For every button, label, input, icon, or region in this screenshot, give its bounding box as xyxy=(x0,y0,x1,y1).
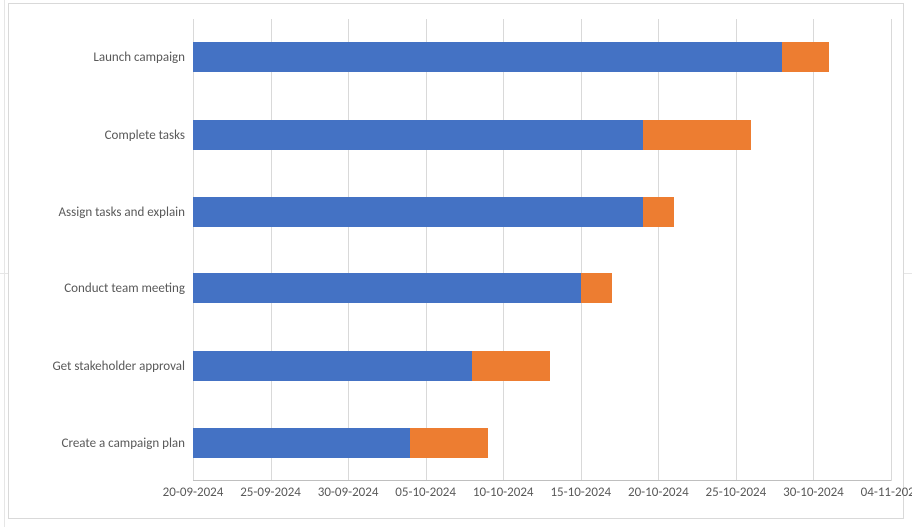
y-axis-category-label: Create a campaign plan xyxy=(9,437,185,450)
x-axis-tick-label: 10-10-2024 xyxy=(473,486,534,500)
gridline-vertical xyxy=(581,19,582,481)
x-axis-tick-label: 15-10-2024 xyxy=(550,486,611,500)
gridline-vertical xyxy=(658,19,659,481)
bar-row xyxy=(193,42,891,72)
x-axis-tick-label: 20-10-2024 xyxy=(628,486,689,500)
x-axis-tick-label: 04-11-2024 xyxy=(861,486,912,500)
plot-area xyxy=(193,19,891,481)
y-axis-category-label: Conduct team meeting xyxy=(9,282,185,295)
x-axis-tick-label: 30-10-2024 xyxy=(783,486,844,500)
gridline-vertical xyxy=(271,19,272,481)
bar-row xyxy=(193,351,891,381)
bar-segment-series1 xyxy=(193,273,581,303)
gridline-vertical xyxy=(736,19,737,481)
chart-object[interactable]: Launch campaign Complete tasks Assign task… xyxy=(8,3,904,519)
bar-segment-series1 xyxy=(193,120,643,150)
bar-segment-series1 xyxy=(193,428,410,458)
x-axis-tick-label: 20-09-2024 xyxy=(163,486,224,500)
x-axis-labels: 20-09-202425-09-202430-09-202405-10-2024… xyxy=(193,486,891,504)
x-axis-tick-label: 25-10-2024 xyxy=(706,486,767,500)
gridline-vertical xyxy=(503,19,504,481)
x-axis-tick-label: 05-10-2024 xyxy=(395,486,456,500)
bar-segment-series1 xyxy=(193,197,643,227)
y-axis-category-label: Get stakeholder approval xyxy=(9,360,185,373)
y-axis-labels: Launch campaign Complete tasks Assign task… xyxy=(9,19,189,481)
x-axis-line xyxy=(193,480,891,481)
y-axis-category-label: Launch campaign xyxy=(9,51,185,64)
bar-segment-series2 xyxy=(472,351,550,381)
bar-segment-series1 xyxy=(193,351,472,381)
gridline-vertical xyxy=(426,19,427,481)
bar-segment-series2 xyxy=(643,120,752,150)
spreadsheet-gridline xyxy=(4,0,5,527)
x-axis-tick-label: 30-09-2024 xyxy=(318,486,379,500)
y-axis-category-label: Complete tasks xyxy=(9,129,185,142)
gridline-vertical xyxy=(193,19,194,481)
gridline-vertical xyxy=(891,19,892,481)
y-axis-category-label: Assign tasks and explain xyxy=(9,206,185,219)
bar-segment-series2 xyxy=(410,428,488,458)
bar-row xyxy=(193,120,891,150)
bar-segment-series2 xyxy=(782,42,829,72)
bar-row xyxy=(193,273,891,303)
bar-segment-series2 xyxy=(581,273,612,303)
x-axis-tick-label: 25-09-2024 xyxy=(240,486,301,500)
gridline-vertical xyxy=(348,19,349,481)
bar-segment-series2 xyxy=(643,197,674,227)
bar-segment-series1 xyxy=(193,42,782,72)
gridline-vertical xyxy=(813,19,814,481)
bar-row xyxy=(193,197,891,227)
bar-row xyxy=(193,428,891,458)
